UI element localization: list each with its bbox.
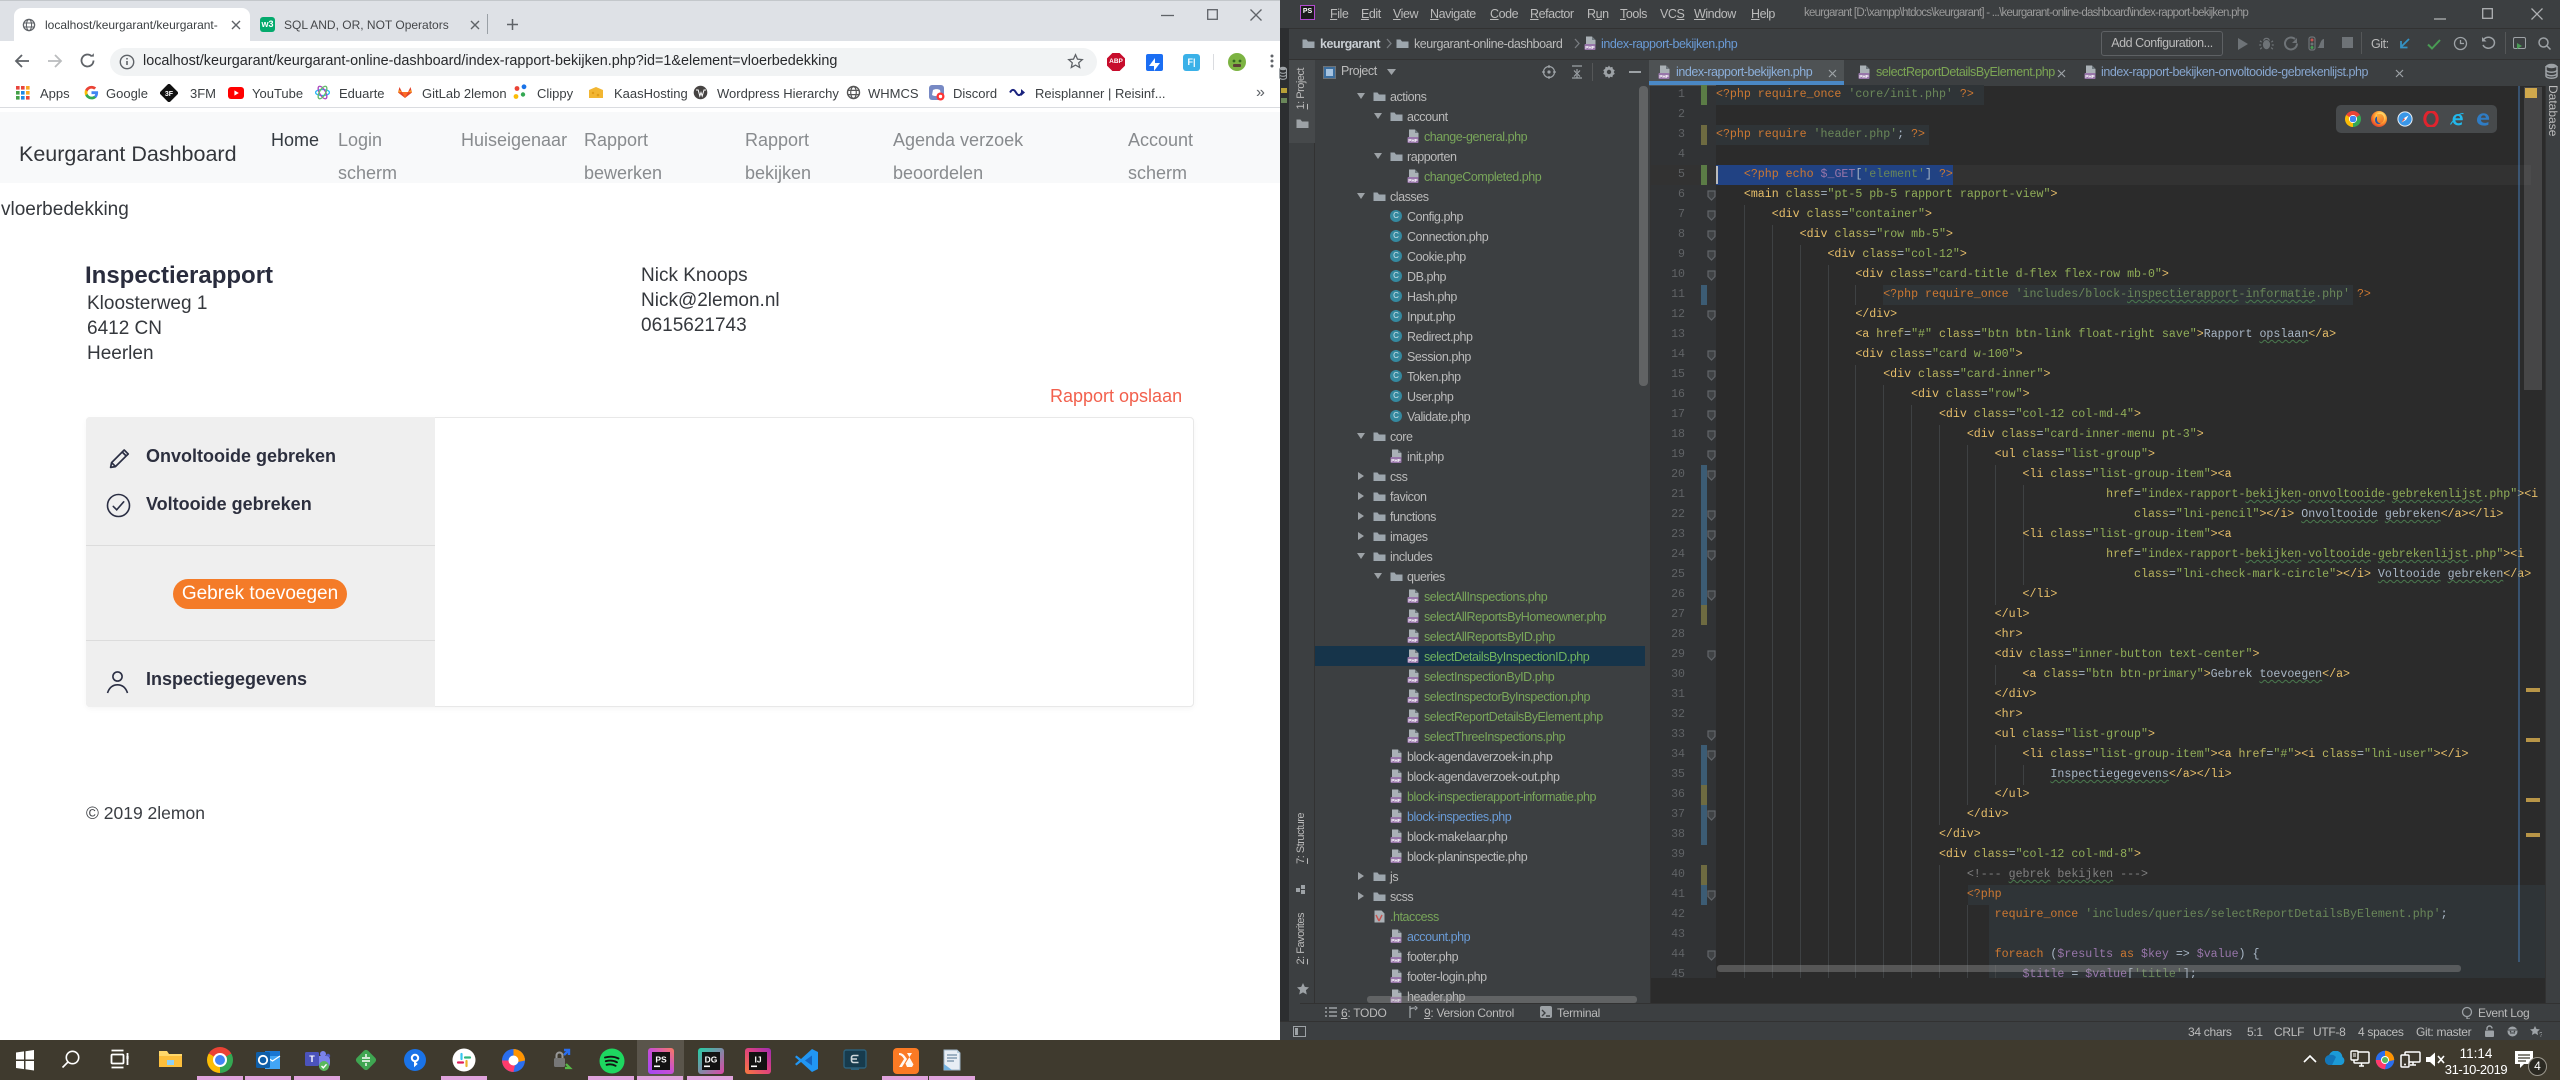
svg-text:T: T — [309, 1054, 315, 1064]
svg-text:PHP: PHP — [1391, 818, 1400, 823]
svg-text:PHP: PHP — [1408, 598, 1417, 603]
svg-text:PHP: PHP — [1391, 778, 1400, 783]
svg-text:PHP: PHP — [1408, 638, 1417, 643]
svg-text:PHP: PHP — [1408, 718, 1417, 723]
svg-text:PHP: PHP — [1391, 958, 1400, 963]
svg-text:PHP: PHP — [1585, 45, 1594, 50]
svg-text:PHP: PHP — [1391, 858, 1400, 863]
svg-text:PHP: PHP — [1408, 178, 1417, 183]
svg-text:PHP: PHP — [1391, 758, 1400, 763]
svg-text:PHP: PHP — [1408, 138, 1417, 143]
svg-text:PHP: PHP — [1408, 618, 1417, 623]
svg-text:PHP: PHP — [1391, 838, 1400, 843]
svg-text:PHP: PHP — [1408, 698, 1417, 703]
svg-text:PHP: PHP — [1391, 978, 1400, 983]
svg-text:PHP: PHP — [1391, 458, 1400, 463]
svg-text:3F: 3F — [165, 91, 174, 98]
svg-text:PS: PS — [655, 1055, 667, 1065]
svg-text:DG: DG — [705, 1055, 718, 1065]
svg-text:PHP: PHP — [1408, 738, 1417, 743]
svg-text:PHP: PHP — [1391, 798, 1400, 803]
svg-text:PHP: PHP — [1408, 678, 1417, 683]
svg-text:PHP: PHP — [1391, 938, 1400, 943]
svg-text:PHP: PHP — [1408, 658, 1417, 663]
svg-text:?: ? — [2539, 1032, 2542, 1038]
svg-text:IJ: IJ — [754, 1055, 761, 1065]
